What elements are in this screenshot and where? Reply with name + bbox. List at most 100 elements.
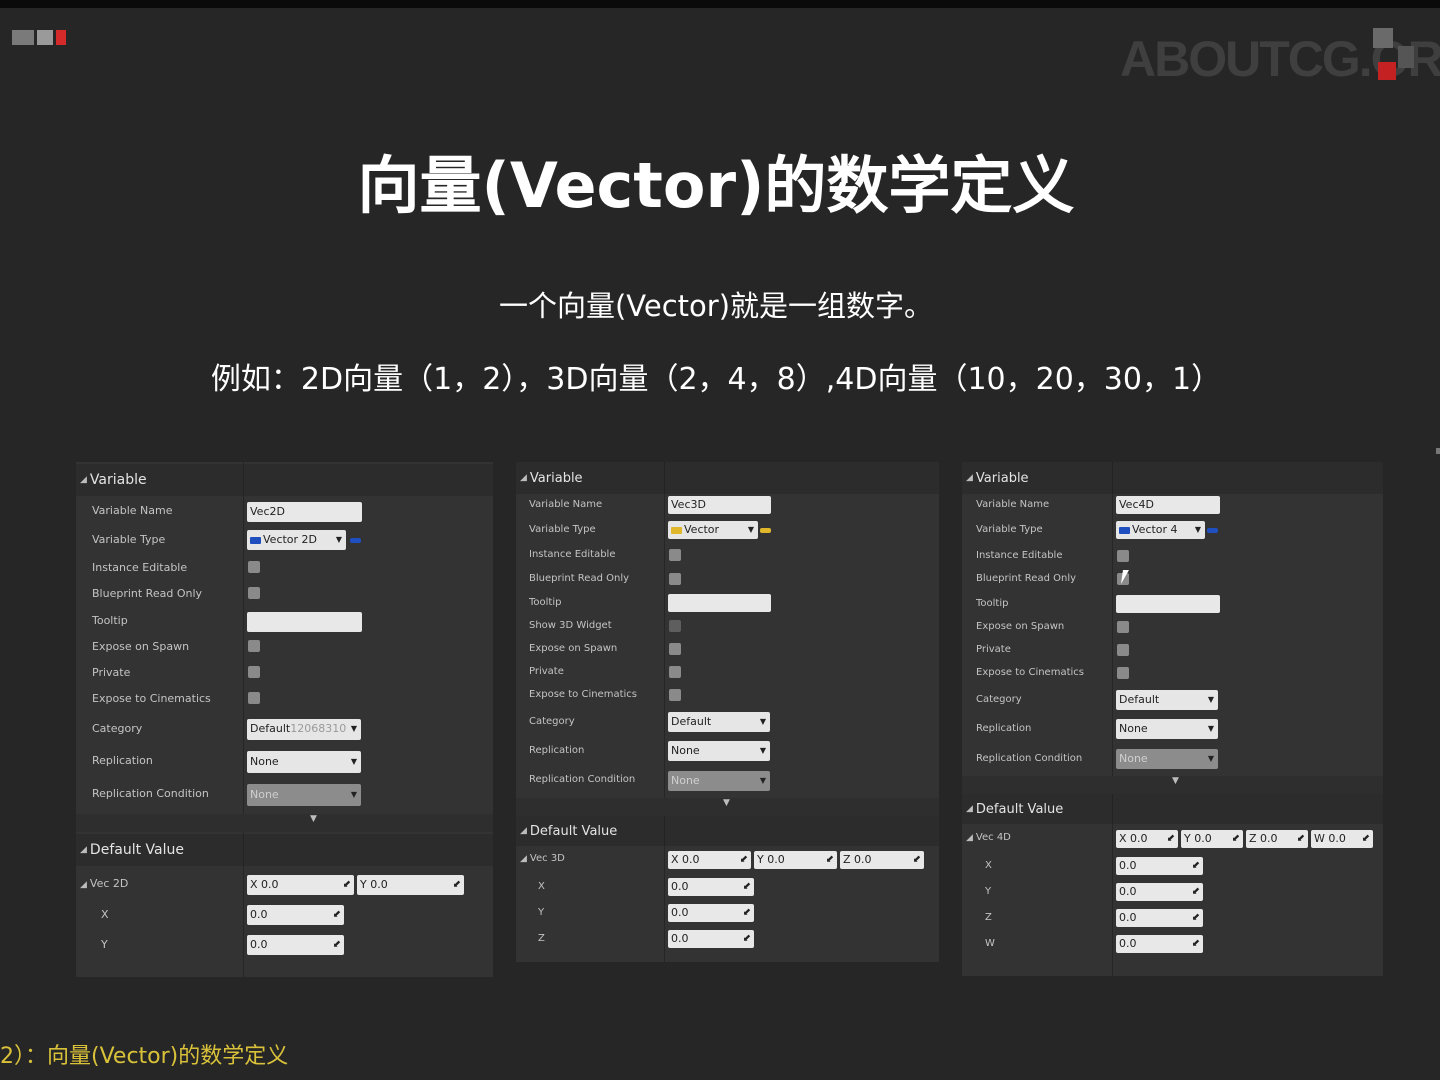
- slide-title: 向量(Vector)的数学定义: [357, 149, 1075, 222]
- vec3d-z-field[interactable]: Z 0.0 ⬋: [840, 851, 924, 869]
- variable-name-field[interactable]: Vec4D: [1116, 496, 1220, 514]
- collapse-arrow-icon[interactable]: ◢: [80, 475, 87, 485]
- instance-editable-checkbox[interactable]: [248, 561, 260, 573]
- blueprint-read-only-checkbox[interactable]: [248, 587, 260, 599]
- default-value-section-header[interactable]: ◢ Default Value: [962, 794, 1383, 824]
- y-component-field[interactable]: 0.0 ⬋: [247, 935, 344, 955]
- expose-to-cinematics-checkbox[interactable]: [1117, 667, 1129, 679]
- x-component-field[interactable]: 0.0 ⬋: [1116, 857, 1203, 875]
- collapse-arrow-icon[interactable]: ◢: [966, 833, 973, 843]
- variable-type-dropdown[interactable]: Vector 4 ▼: [1116, 521, 1205, 539]
- close-icon[interactable]: [56, 30, 66, 45]
- drag-handle-icon: ⬋: [332, 939, 341, 950]
- y-component-field[interactable]: 0.0 ⬋: [668, 904, 754, 922]
- expose-on-spawn-checkbox[interactable]: [1117, 621, 1129, 633]
- variable-name-field[interactable]: Vec3D: [668, 496, 771, 514]
- variable-section-header[interactable]: ◢ Variable: [962, 462, 1383, 494]
- type-pin-icon[interactable]: [350, 538, 361, 543]
- vec4d-y-field[interactable]: Y 0.0 ⬋: [1181, 830, 1243, 848]
- type-pin-icon[interactable]: [760, 528, 771, 533]
- replication-condition-dropdown[interactable]: None ▼: [1116, 749, 1218, 769]
- caption-subtitle: 2）：向量(Vector)的数学定义: [0, 1044, 289, 1069]
- variable-type-dropdown[interactable]: Vector ▼: [668, 521, 758, 539]
- label-replication-condition: Replication Condition: [529, 774, 636, 785]
- z-component-field[interactable]: 0.0 ⬋: [668, 930, 754, 948]
- expose-on-spawn-checkbox[interactable]: [669, 643, 681, 655]
- collapse-arrow-icon[interactable]: ◢: [80, 845, 87, 855]
- advanced-expand-bar[interactable]: ▼: [76, 814, 493, 832]
- vec3d-x-field[interactable]: X 0.0 ⬋: [668, 851, 751, 869]
- private-checkbox[interactable]: [669, 666, 681, 678]
- vec4d-x-field[interactable]: X 0.0 ⬋: [1116, 830, 1178, 848]
- private-checkbox[interactable]: [248, 666, 260, 678]
- vec4d-z-field[interactable]: Z 0.0 ⬋: [1246, 830, 1308, 848]
- drag-handle-icon: ⬋: [1191, 886, 1200, 897]
- collapse-arrow-icon[interactable]: ◢: [966, 804, 973, 814]
- category-dropdown[interactable]: Default ▼: [668, 712, 770, 732]
- drag-handle-icon: ⬋: [825, 854, 834, 865]
- label-y: Y: [538, 907, 545, 918]
- private-checkbox[interactable]: [1117, 644, 1129, 656]
- tooltip-field[interactable]: [247, 612, 362, 632]
- vec4d-w-field[interactable]: W 0.0 ⬋: [1311, 830, 1373, 848]
- advanced-expand-bar[interactable]: ▼: [962, 776, 1383, 794]
- label-replication: Replication: [976, 723, 1032, 734]
- category-dropdown[interactable]: Default12068310 ▼: [247, 719, 361, 740]
- scroll-marker: [1436, 448, 1440, 454]
- label-variable-type: Variable Type: [529, 524, 596, 535]
- y-component-field[interactable]: 0.0 ⬋: [1116, 883, 1203, 901]
- minimize-icon[interactable]: [12, 30, 34, 45]
- vec2d-x-field[interactable]: X 0.0 ⬋: [247, 875, 354, 895]
- z-component-field[interactable]: 0.0 ⬋: [1116, 909, 1203, 927]
- vec3d-y-field[interactable]: Y 0.0 ⬋: [754, 851, 837, 869]
- variable-type-dropdown[interactable]: Vector 2D ▼: [247, 530, 346, 550]
- x-component-field[interactable]: 0.0 ⬋: [668, 878, 754, 896]
- x-component-field[interactable]: 0.0 ⬋: [247, 905, 344, 925]
- tooltip-field[interactable]: [668, 594, 771, 612]
- replication-dropdown[interactable]: None ▼: [668, 741, 770, 761]
- collapse-arrow-icon[interactable]: ◢: [80, 880, 87, 890]
- vec2d-y-field[interactable]: Y 0.0 ⬋: [357, 875, 464, 895]
- instance-editable-checkbox[interactable]: [669, 549, 681, 561]
- type-pin-icon[interactable]: [1207, 528, 1218, 533]
- advanced-expand-bar[interactable]: ▼: [516, 798, 939, 816]
- label-instance-editable: Instance Editable: [976, 550, 1063, 561]
- maximize-icon[interactable]: [37, 30, 53, 45]
- label-replication-condition: Replication Condition: [976, 753, 1083, 764]
- show-3d-widget-checkbox[interactable]: [669, 620, 681, 632]
- window-controls: [12, 30, 66, 45]
- dropdown-arrow-icon: ▼: [1207, 754, 1215, 763]
- collapse-arrow-icon[interactable]: ◢: [966, 473, 973, 483]
- expose-on-spawn-checkbox[interactable]: [248, 640, 260, 652]
- w-component-field[interactable]: 0.0 ⬋: [1116, 935, 1203, 953]
- variable-section-header[interactable]: ◢ Variable: [76, 464, 493, 496]
- replication-dropdown[interactable]: None ▼: [1116, 719, 1218, 739]
- replication-condition-dropdown[interactable]: None ▼: [668, 771, 770, 791]
- default-value-section-header[interactable]: ◢ Default Value: [76, 834, 493, 866]
- drag-handle-icon: ⬋: [1191, 912, 1200, 923]
- collapse-arrow-icon[interactable]: ◢: [520, 854, 527, 864]
- drag-handle-icon: ⬋: [1191, 938, 1200, 949]
- label-variable-name: Variable Name: [92, 504, 173, 517]
- dropdown-arrow-icon: ▼: [350, 790, 358, 799]
- label-category: Category: [976, 694, 1022, 705]
- label-instance-editable: Instance Editable: [92, 561, 188, 574]
- instance-editable-checkbox[interactable]: [1117, 550, 1129, 562]
- vector2d-type-icon: [250, 536, 261, 544]
- replication-dropdown[interactable]: None ▼: [247, 751, 361, 773]
- variable-section-header[interactable]: ◢ Variable: [516, 462, 939, 494]
- label-vec4d: ◢ Vec 4D: [966, 832, 1011, 843]
- drag-handle-icon: ⬋: [342, 879, 351, 890]
- expose-to-cinematics-checkbox[interactable]: [669, 689, 681, 701]
- expand-arrow-icon: ▼: [310, 814, 317, 824]
- collapse-arrow-icon[interactable]: ◢: [520, 826, 527, 836]
- collapse-arrow-icon[interactable]: ◢: [520, 473, 527, 483]
- category-dropdown[interactable]: Default ▼: [1116, 690, 1218, 710]
- default-value-section-header[interactable]: ◢ Default Value: [516, 816, 939, 846]
- tooltip-field[interactable]: [1116, 595, 1220, 613]
- replication-condition-dropdown[interactable]: None ▼: [247, 784, 361, 806]
- blueprint-read-only-checkbox[interactable]: [669, 573, 681, 585]
- variable-name-field[interactable]: Vec2D: [247, 502, 362, 522]
- label-x: X: [538, 881, 545, 892]
- expose-to-cinematics-checkbox[interactable]: [248, 692, 260, 704]
